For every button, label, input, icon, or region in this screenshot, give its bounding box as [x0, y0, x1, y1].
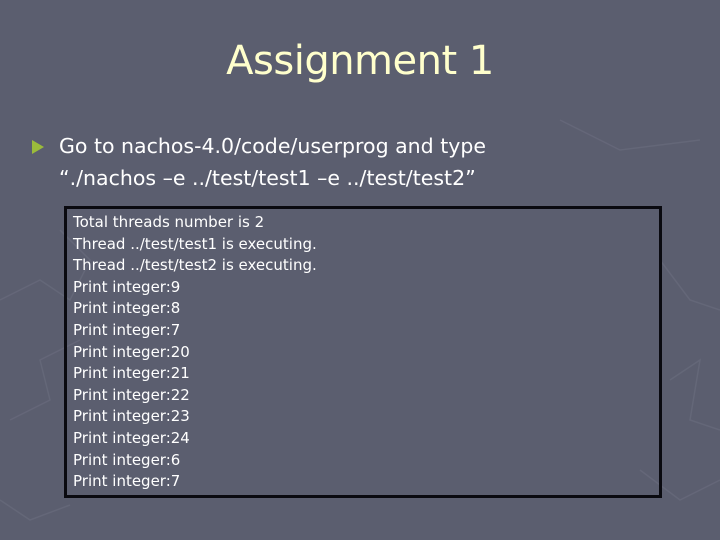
- console-line: Print integer:21: [73, 364, 190, 383]
- console-line: Print integer:23: [73, 407, 190, 426]
- bullet-text: Go to nachos-4.0/code/userprog and type …: [59, 130, 486, 194]
- console-line: Thread ../test/test2 is executing.: [73, 256, 317, 275]
- console-line: Print integer:8: [73, 299, 181, 318]
- console-line: Thread ../test/test1 is executing.: [73, 234, 317, 253]
- bullet-line-2: “./nachos –e ../test/test1 –e ../test/te…: [59, 166, 476, 190]
- console-line: Total threads number is 2: [73, 213, 265, 231]
- console-line: Print integer:24: [73, 429, 190, 447]
- triangle-bullet-icon: [32, 140, 44, 154]
- console-output-box: Total threads number is 2 Thread ../test/…: [64, 206, 662, 498]
- console-line: Print integer:9: [73, 277, 181, 296]
- console-line: Print integer:6: [73, 450, 181, 469]
- console-line: Print integer:7: [73, 472, 181, 491]
- bullet-line-1: Go to nachos-4.0/code/userprog and type: [59, 134, 486, 158]
- console-line: Print integer:22: [73, 385, 190, 404]
- console-line: Print integer:7: [73, 321, 181, 339]
- console-line: Print integer:20: [73, 342, 190, 361]
- slide-title: Assignment 1: [226, 38, 494, 84]
